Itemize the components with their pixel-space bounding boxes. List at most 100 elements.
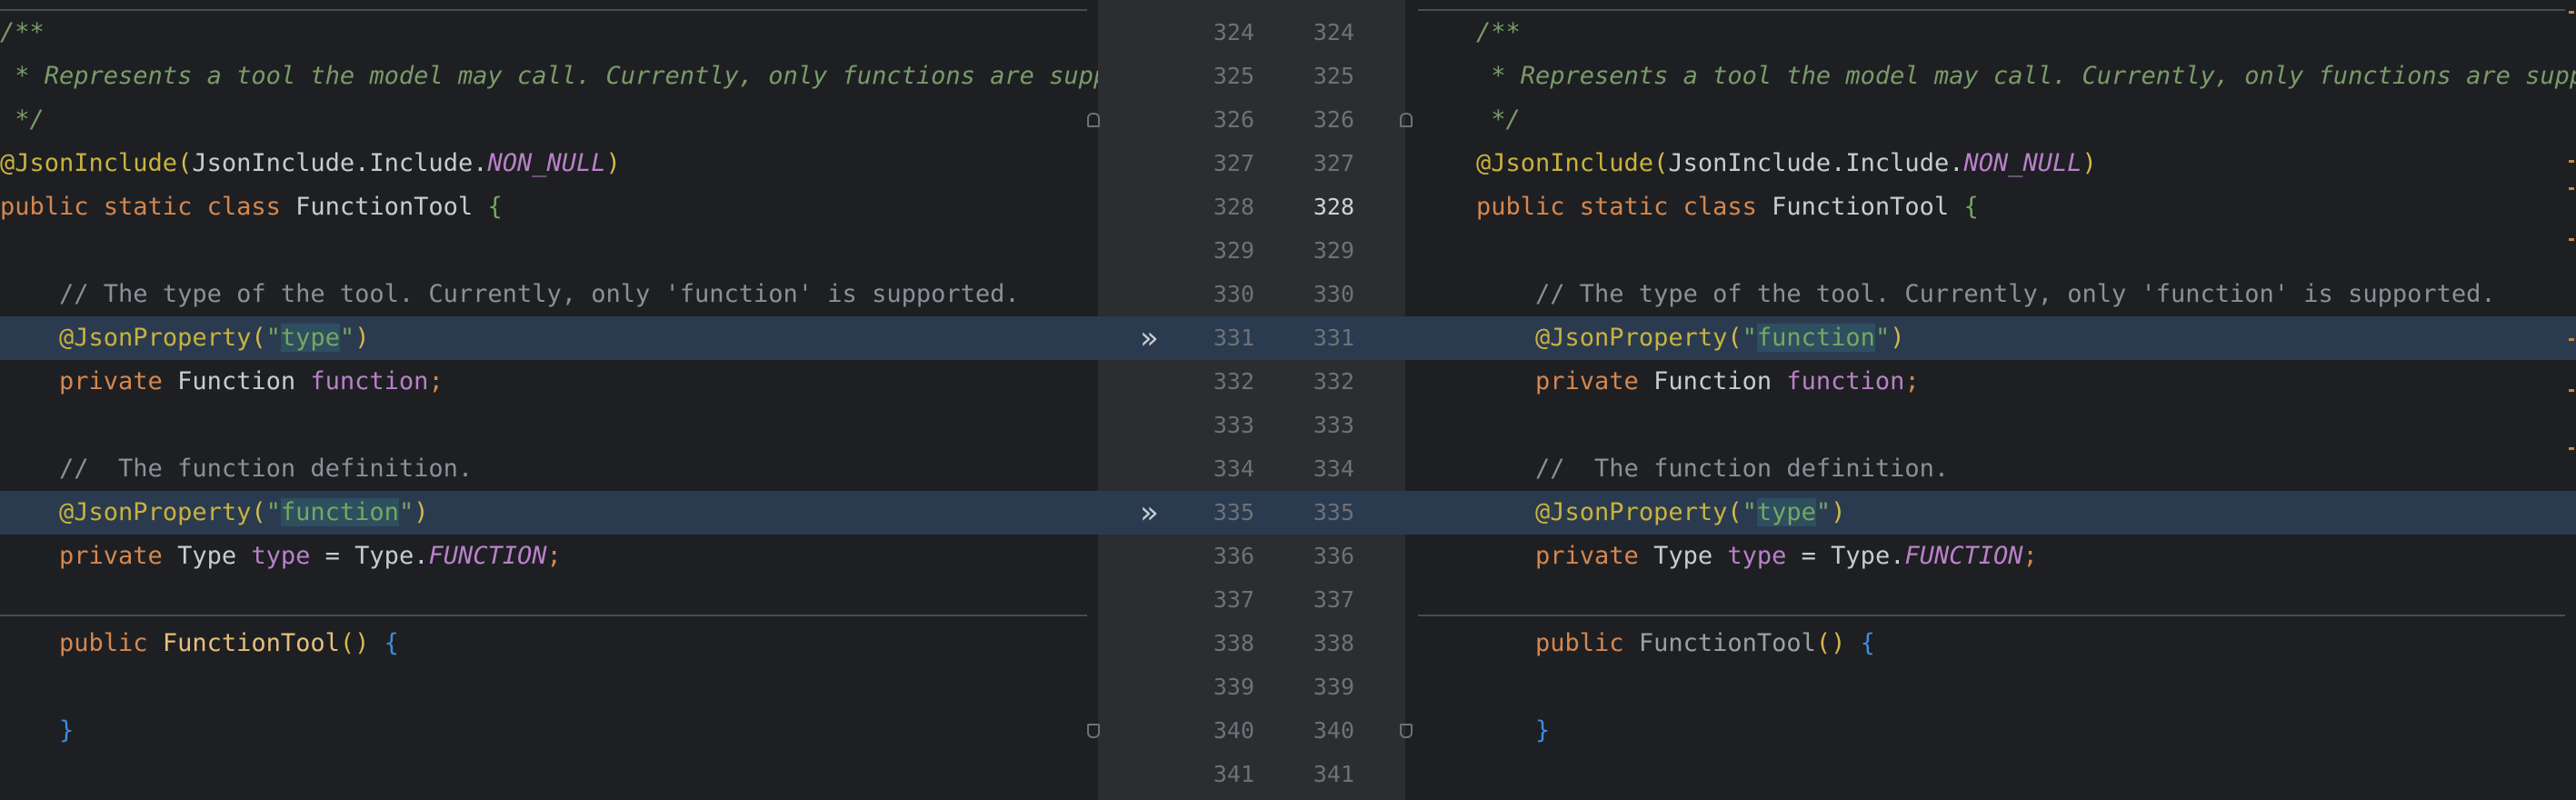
code-line[interactable]: private Function function;: [0, 360, 444, 404]
code-line[interactable]: @JsonProperty("function"): [0, 491, 428, 535]
code-token: ": [1742, 324, 1757, 352]
fold-marker-icon[interactable]: [1087, 724, 1100, 738]
code-token: Type: [177, 542, 252, 570]
line-number-left: 340: [1213, 717, 1254, 744]
code-token: (): [1815, 629, 1861, 657]
code-token: */: [1476, 105, 1521, 134]
apply-change-icon[interactable]: »: [1140, 491, 1159, 535]
code-line[interactable]: @JsonProperty("type"): [0, 316, 369, 360]
right-editor-pane[interactable]: /** * Represents a tool the model may ca…: [1405, 0, 2576, 800]
fold-marker-icon[interactable]: [1087, 113, 1100, 127]
code-token: ): [2082, 149, 2097, 177]
scrollbar-change-marker[interactable]: [2569, 187, 2574, 190]
line-number-left: 341: [1213, 761, 1254, 787]
code-token: FunctionTool: [295, 193, 488, 221]
code-line[interactable]: @JsonProperty("function"): [1476, 316, 1904, 360]
code-token: (: [251, 324, 266, 352]
code-token: FUNCTION: [428, 542, 547, 570]
code-token: public static class: [0, 193, 296, 221]
code-token: @JsonInclude: [1476, 149, 1654, 177]
code-token: public: [1476, 629, 1639, 657]
code-token: (: [1653, 149, 1669, 177]
line-number-right: 340: [1313, 717, 1354, 744]
code-token: public: [0, 629, 163, 657]
line-number-left: 336: [1213, 543, 1254, 569]
code-line[interactable]: }: [0, 709, 74, 753]
line-number-left: 326: [1213, 106, 1254, 133]
scrollbar-change-marker[interactable]: [2569, 11, 2574, 14]
line-number-left: 333: [1213, 412, 1254, 438]
line-number-left: 335: [1213, 499, 1254, 525]
code-line[interactable]: public static class FunctionTool {: [0, 185, 503, 229]
apply-change-icon[interactable]: »: [1140, 316, 1159, 360]
code-line[interactable]: public FunctionTool() {: [1476, 622, 1875, 665]
scrollbar-change-marker[interactable]: [2569, 238, 2574, 241]
code-line[interactable]: * Represents a tool the model may call. …: [1476, 55, 2576, 98]
code-line[interactable]: @JsonInclude(JsonInclude.Include.NON_NUL…: [1476, 142, 2097, 185]
line-number-left: 325: [1213, 63, 1254, 89]
region-separator: [1418, 9, 2565, 11]
code-token: private: [1476, 542, 1654, 570]
code-token: ): [605, 149, 621, 177]
code-line[interactable]: */: [1476, 98, 1521, 142]
code-token: * Represents a tool the model may call. …: [1476, 62, 2576, 90]
line-number-left: 339: [1213, 674, 1254, 700]
line-number-left: 327: [1213, 150, 1254, 176]
region-separator: [1418, 615, 2565, 616]
code-token: /**: [1476, 18, 1521, 46]
code-token: JsonInclude: [1668, 149, 1832, 177]
code-token: ;: [428, 367, 444, 395]
code-line[interactable]: // The type of the tool. Currently, only…: [1476, 273, 2496, 316]
code-line[interactable]: public FunctionTool() {: [0, 622, 399, 665]
code-token: ): [354, 324, 370, 352]
code-line[interactable]: public static class FunctionTool {: [1476, 185, 1979, 229]
line-number-right: 334: [1313, 455, 1354, 482]
code-token: type: [1756, 498, 1816, 526]
line-number-right: 326: [1313, 106, 1354, 133]
code-line[interactable]: // The type of the tool. Currently, only…: [0, 273, 1020, 316]
code-token: private: [0, 542, 178, 570]
line-number-left: 328: [1213, 194, 1254, 220]
code-line[interactable]: }: [1476, 709, 1550, 753]
code-token: .Include.: [354, 149, 488, 177]
code-token: */: [0, 105, 45, 134]
code-token: }: [59, 716, 75, 745]
code-token: FUNCTION: [1904, 542, 2023, 570]
line-number-left: 338: [1213, 630, 1254, 656]
code-line[interactable]: // The function definition.: [1476, 447, 1949, 491]
line-number-right: 337: [1313, 586, 1354, 613]
code-line[interactable]: /**: [1476, 11, 1521, 55]
line-number-right: 330: [1313, 281, 1354, 307]
region-separator: [0, 9, 1087, 11]
code-line[interactable]: private Type type = Type.FUNCTION;: [1476, 535, 2038, 578]
line-number-gutter: 324 324 325 325 326 326 327 327 328 328 329 329 330 3…: [1098, 0, 1405, 800]
scrollbar-change-marker[interactable]: [2569, 389, 2574, 392]
code-line[interactable]: // The function definition.: [0, 447, 473, 491]
code-token: ": [265, 498, 281, 526]
code-line[interactable]: /**: [0, 11, 45, 55]
code-token: // The type of the tool. Currently, only…: [1476, 280, 2496, 308]
code-token: Type: [1653, 542, 1728, 570]
code-line[interactable]: */: [0, 98, 45, 142]
fold-marker-icon[interactable]: [1400, 113, 1413, 127]
code-token: // The function definition.: [0, 455, 474, 483]
scrollbar-change-marker[interactable]: [2569, 447, 2574, 450]
line-number-right: 324: [1313, 19, 1354, 45]
left-editor-pane[interactable]: /** * Represents a tool the model may ca…: [0, 0, 1098, 800]
code-token: }: [1535, 716, 1551, 745]
code-token: @JsonInclude: [0, 149, 178, 177]
code-line[interactable]: private Type type = Type.FUNCTION;: [0, 535, 562, 578]
fold-marker-icon[interactable]: [1400, 724, 1413, 738]
line-number-right: 332: [1313, 368, 1354, 395]
code-line[interactable]: @JsonInclude(JsonInclude.Include.NON_NUL…: [0, 142, 621, 185]
code-line[interactable]: private Function function;: [1476, 360, 1920, 404]
code-token: FunctionTool: [1638, 629, 1816, 657]
code-line[interactable]: @JsonProperty("type"): [1476, 491, 1845, 535]
code-token: ": [1815, 498, 1832, 526]
scrollbar-change-marker[interactable]: [2569, 160, 2574, 163]
line-number-right: 333: [1313, 412, 1354, 438]
scrollbar-change-marker[interactable]: [2569, 338, 2574, 341]
code-token: type: [280, 324, 340, 352]
code-token: .Include.: [1831, 149, 1964, 177]
code-line[interactable]: * Represents a tool the model may call. …: [0, 55, 1098, 98]
